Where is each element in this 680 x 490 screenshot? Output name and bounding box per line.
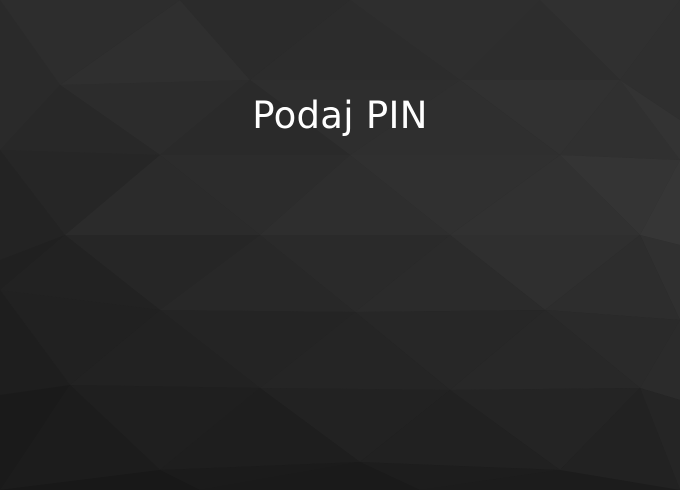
low-poly-background — [0, 0, 680, 490]
pin-entry-screen: Podaj PIN — [0, 0, 680, 490]
pin-prompt-title: Podaj PIN — [252, 94, 428, 137]
